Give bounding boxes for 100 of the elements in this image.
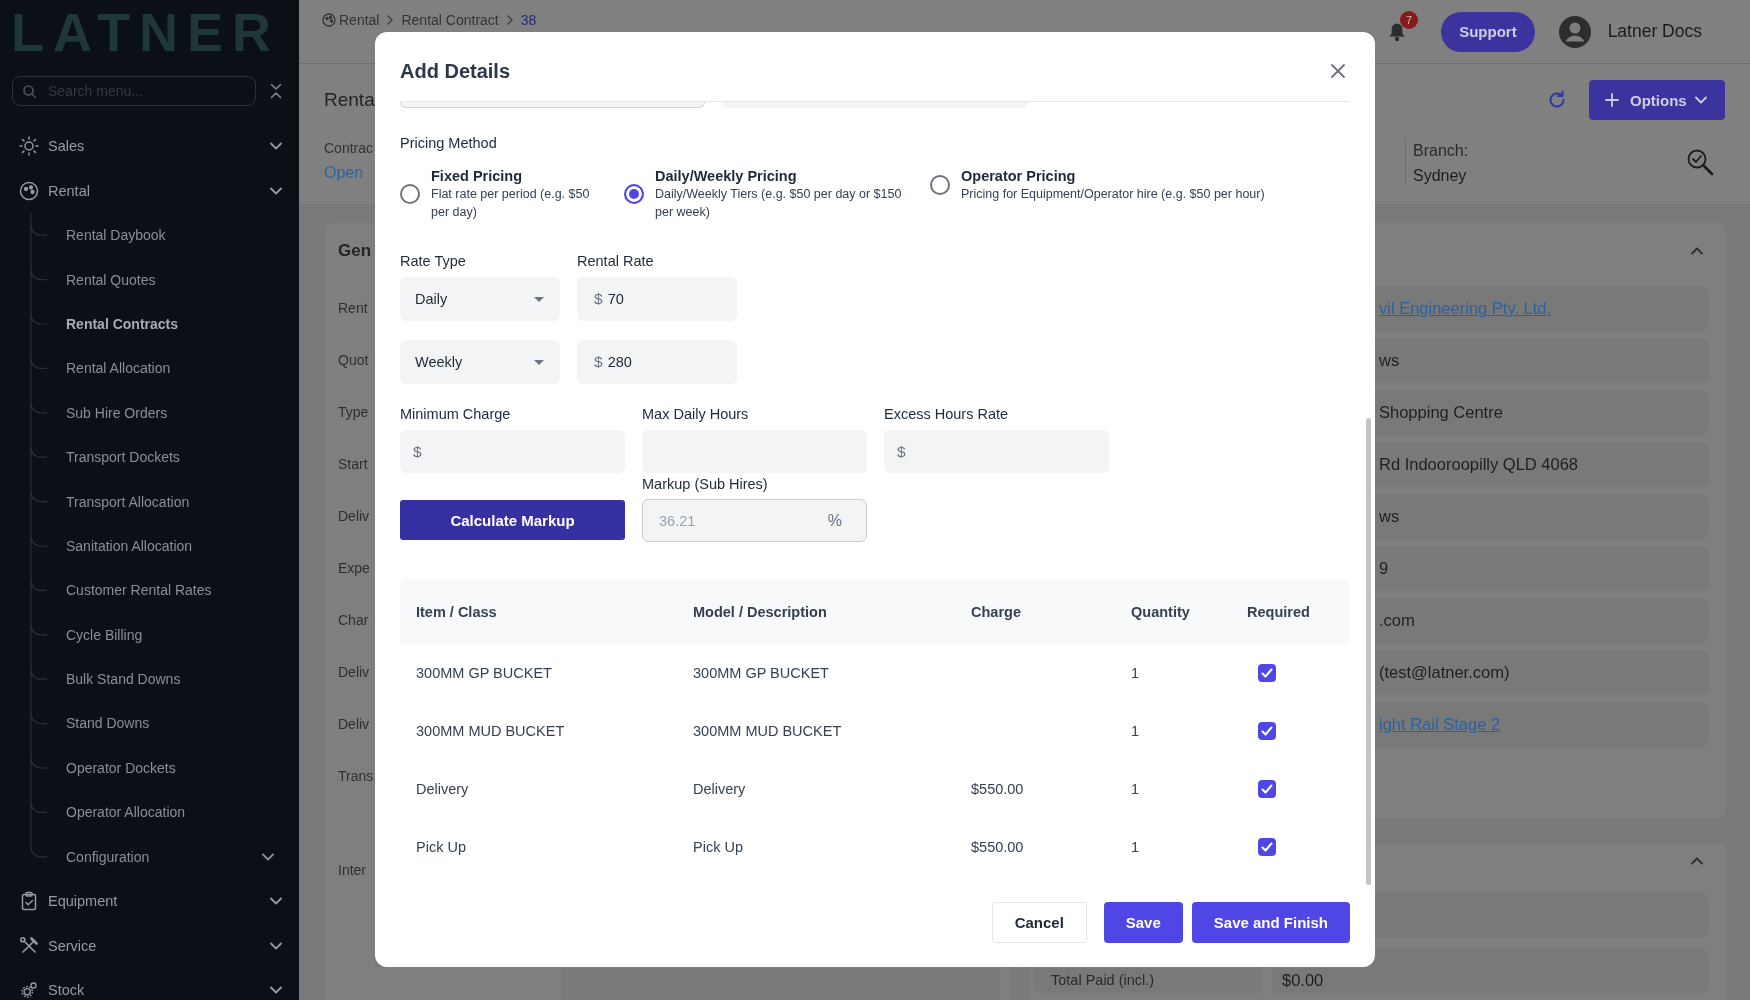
options-button[interactable]: Options: [1589, 80, 1725, 120]
chevron-up-icon[interactable]: [1691, 857, 1703, 865]
status-value: Open: [324, 163, 364, 183]
nav-subitem[interactable]: Stand Downs: [66, 715, 150, 732]
currency-symbol: $: [413, 442, 422, 461]
scrollbar[interactable]: [1366, 418, 1371, 885]
support-button[interactable]: Support: [1441, 11, 1535, 52]
caret-icon: [534, 359, 544, 365]
input-field[interactable]: $ 280: [577, 340, 737, 384]
nav-subitem[interactable]: Configuration: [66, 848, 274, 865]
save-button[interactable]: Save and Finish: [1191, 902, 1350, 943]
table-cell: Pick Up: [416, 839, 466, 855]
column-header: Quantity: [1131, 603, 1190, 620]
plus-icon: [1605, 93, 1619, 107]
user-name[interactable]: Latner Docs: [1607, 21, 1702, 42]
breadcrumb-link[interactable]: Rental: [339, 12, 380, 28]
nav-item[interactable]: Equipment: [19, 887, 282, 916]
notification-badge: 7: [1400, 10, 1419, 29]
table-cell: 300MM MUD BUCKET: [416, 723, 565, 739]
field-label: Expe: [338, 560, 370, 576]
percent-symbol: %: [827, 511, 842, 530]
field-label: Char: [338, 612, 369, 628]
option-description: Flat rate per period (e.g. $50 per day): [431, 186, 591, 221]
input-field[interactable]: $: [884, 430, 1109, 473]
tools-icon: [19, 935, 39, 956]
nav-item[interactable]: Service: [19, 931, 282, 960]
nav-subitem[interactable]: Cycle Billing: [66, 626, 143, 643]
value-field: (test@latner.com): [1375, 650, 1709, 695]
field-label: Deliv: [338, 508, 370, 524]
bell-icon[interactable]: [1388, 21, 1407, 42]
nav-subitem[interactable]: Transport Allocation: [66, 493, 190, 510]
nav-subitem[interactable]: Sanitation Allocation: [66, 537, 193, 554]
clipboard-check-icon: [19, 891, 39, 912]
value-field: ws: [1375, 494, 1709, 539]
nav-subitem[interactable]: Operator Allocation: [66, 804, 186, 821]
checkbox[interactable]: [1258, 780, 1276, 798]
search-icon: [23, 84, 36, 98]
close-icon[interactable]: [1330, 63, 1346, 79]
refresh-icon[interactable]: [1547, 90, 1567, 110]
option-title: Daily/Weekly Pricing: [655, 167, 798, 185]
input-field[interactable]: $ 70: [577, 277, 737, 321]
nav-subitem[interactable]: Bulk Stand Downs: [66, 671, 181, 688]
breadcrumb-link[interactable]: Rental Contract: [401, 12, 499, 28]
sun-icon: [19, 136, 39, 157]
palette-icon: [19, 180, 39, 201]
input-field[interactable]: [722, 102, 1028, 108]
checkbox[interactable]: [1258, 664, 1276, 682]
field-label: Inter: [338, 862, 366, 878]
value-field: 9: [1375, 546, 1709, 591]
dialog-title: Add Details: [400, 59, 511, 83]
input-field[interactable]: $: [400, 430, 625, 473]
field-label: Quot: [338, 352, 369, 368]
option-description: Pricing for Equipment/Operator hire (e.g. $50 per hour): [961, 186, 1265, 203]
dropdown[interactable]: Weekly: [400, 340, 560, 384]
field-label: Rent: [338, 300, 368, 316]
nav-subitem[interactable]: Customer Rental Rates: [66, 582, 212, 599]
message-field[interactable]: [561, 967, 1000, 1000]
currency-symbol: $: [594, 290, 603, 308]
radio-button[interactable]: [400, 184, 420, 204]
save-button[interactable]: Save: [1103, 902, 1183, 943]
checkbox[interactable]: [1258, 838, 1276, 856]
nav-item[interactable]: Stock: [19, 980, 282, 999]
nav-subitem[interactable]: Rental Contracts: [66, 315, 179, 332]
nav-subitem[interactable]: Sub Hire Orders: [66, 404, 168, 421]
nav-subitem[interactable]: Transport Dockets: [66, 449, 180, 466]
table-cell: Delivery: [693, 781, 746, 797]
field-label: Total Paid (incl.): [1033, 967, 1262, 993]
radio-button[interactable]: [930, 175, 950, 195]
field-label: Excess Hours Rate: [884, 405, 1010, 423]
collapse-chevrons-icon[interactable]: [270, 83, 282, 99]
field-label: Minimum Charge: [400, 405, 512, 423]
palette-icon: [322, 13, 336, 27]
chevron-up-icon[interactable]: [1691, 247, 1703, 255]
caret-icon: [534, 296, 544, 302]
nav-subitem[interactable]: Rental Quotes: [66, 271, 156, 288]
field-label: Branch:: [1413, 141, 1469, 160]
nav-subitem[interactable]: Rental Daybook: [66, 227, 166, 244]
option-title: Fixed Pricing: [431, 167, 524, 185]
value-field: Shopping Centre: [1375, 390, 1709, 435]
value-field: Rd Indooroopilly QLD 4068: [1375, 442, 1709, 487]
chevron-down-icon: [270, 941, 282, 950]
avatar-icon[interactable]: [1558, 15, 1591, 48]
field-label: Markup (Sub Hires): [642, 475, 768, 493]
breadcrumb-link[interactable]: 38: [520, 12, 537, 28]
chevron-down-icon: [270, 985, 282, 994]
magnifier-check-icon[interactable]: [1686, 148, 1714, 176]
field-label: Max Daily Hours: [642, 405, 750, 423]
branch-value: Sydney: [1413, 165, 1467, 186]
field-label: Contrac: [324, 139, 374, 157]
cancel-button[interactable]: Cancel: [991, 902, 1087, 943]
field-label: Start: [338, 456, 368, 472]
table-cell: Pick Up: [693, 839, 743, 855]
checkbox[interactable]: [1258, 722, 1276, 740]
nav-subitem[interactable]: Rental Allocation: [66, 360, 171, 377]
nav-item[interactable]: Sales: [19, 132, 282, 161]
nav-subitem[interactable]: Operator Dockets: [66, 759, 176, 776]
dropdown[interactable]: Daily: [400, 277, 560, 321]
calculate-markup-button[interactable]: Calculate Markup: [400, 500, 625, 540]
radio-button[interactable]: [624, 184, 644, 204]
nav-item[interactable]: Rental: [19, 176, 282, 205]
